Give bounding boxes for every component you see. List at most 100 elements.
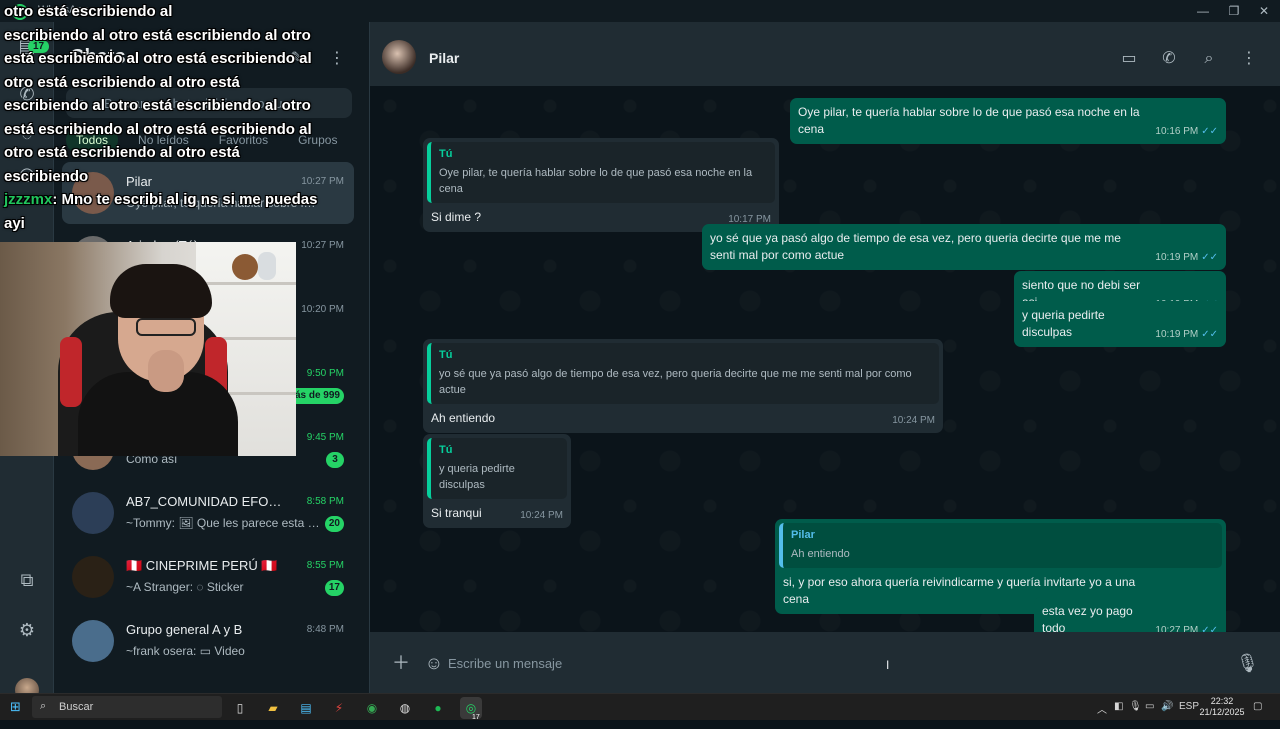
chat-time: 10:27 PM (301, 240, 344, 251)
quoted-reply[interactable]: Tú y queria pedirte disculpas (427, 438, 567, 499)
overlay-line: escribiendo al otro está escribiendo al … (4, 97, 311, 114)
quoted-reply[interactable]: Tú yo sé que ya pasó algo de tiempo de es… (427, 343, 939, 404)
outgoing-message[interactable]: yo sé que ya pasó algo de tiempo de esa … (702, 224, 1226, 270)
plush-toy (232, 254, 258, 280)
quote-author: Tú (439, 349, 453, 361)
message-meta: 10:24 PM (520, 507, 563, 524)
chat-last-message: ~Tommy: 🖼 Que les parece esta c... (126, 516, 322, 530)
minimize-button[interactable]: — (1187, 2, 1219, 20)
video-call-icon[interactable]: ▭ (1118, 48, 1140, 70)
chat-name: Grupo general A y B (126, 622, 243, 637)
obs-icon[interactable]: ◍ (394, 697, 416, 719)
taskbar-clock[interactable]: 22:32 21/12/2025 (1198, 696, 1246, 718)
chat-avatar (72, 620, 114, 662)
chat-last-message: ~frank osera: ▭ Video (126, 644, 245, 658)
overlay-chat-message: : Mno te escribi al ig ns si me puedas a… (4, 191, 318, 232)
chat-time: 8:48 PM (306, 624, 344, 635)
outgoing-message[interactable]: Oye pilar, te quería hablar sobre lo de … (790, 98, 1226, 144)
chat-name: 🇵🇪 CINEPRIME PERÚ 🇵🇪 (126, 558, 278, 573)
menu-icon[interactable]: ⋮ (326, 48, 348, 70)
overlay-chat-user: jzzzmx (4, 191, 53, 208)
network-icon[interactable]: ▭ (1145, 701, 1154, 712)
incoming-message[interactable]: Tú y queria pedirte disculpas Si tranqui 10… (423, 434, 571, 528)
quote-text: Oye pilar, te quería hablar sobre lo de … (439, 167, 753, 195)
chat-list-item[interactable]: Grupo general A y B 8:48 PM ~frank osera: … (62, 610, 354, 672)
message-input[interactable] (448, 650, 1228, 676)
emoji-sticker-icon[interactable]: ☺ (423, 652, 445, 674)
attach-icon[interactable]: ＋ (390, 652, 412, 674)
chair-accent (60, 337, 82, 407)
plush-toy (258, 252, 276, 280)
notepad-icon[interactable]: ▤ (295, 697, 317, 719)
quote-text: Ah entiendo (791, 548, 850, 560)
read-receipt-icon: ✓✓ (1201, 329, 1218, 340)
message-area: Oye pilar, te quería hablar sobre lo de … (370, 86, 1280, 643)
glasses (136, 318, 196, 336)
quote-author: Tú (439, 444, 453, 456)
media-icon[interactable]: ⧉ (15, 568, 39, 592)
windows-taskbar: ⊞ ⌕ Buscar ▯ ▰ ▤ ⚡ ◉ ◍ ● ◎ 17 ︿ ◧ 🎙 ▭ 🔊 E… (0, 693, 1280, 721)
quoted-reply[interactable]: Pilar Ah entiendo (779, 523, 1222, 568)
close-button[interactable]: ✕ (1248, 2, 1280, 20)
task-view-icon[interactable]: ▯ (229, 697, 251, 719)
notifications-icon[interactable]: ▢ (1253, 701, 1262, 712)
shelf-board (196, 282, 296, 285)
chat-list-item[interactable]: AB7_COMUNIDAD EFOOTBALL 8:58 PM ~Tommy: 🖼 … (62, 482, 354, 544)
overlay-line: escribiendo al otro está escribiendo al … (4, 26, 311, 44)
taskbar-search[interactable]: ⌕ Buscar (32, 696, 222, 718)
chat-last-message: ~A Stranger: ◌ Sticker (126, 580, 244, 594)
tray-chevron-icon[interactable]: ︿ (1097, 701, 1107, 716)
overlay-line: está escribiendo al otro está escribiend… (4, 120, 312, 138)
whatsapp-taskbar-badge: 17 (472, 714, 480, 721)
chrome-icon[interactable]: ◉ (361, 697, 383, 719)
contact-avatar[interactable] (382, 40, 416, 74)
outgoing-message[interactable]: y queria pedirte disculpas 10:19 PM ✓✓ (1014, 301, 1226, 347)
incoming-message[interactable]: Tú yo sé que ya pasó algo de tiempo de es… (423, 339, 943, 433)
search-messages-icon[interactable]: ⌕ (1198, 48, 1220, 70)
settings-icon[interactable]: ⚙ (15, 618, 39, 642)
message-time: 10:19 PM (1155, 252, 1199, 263)
overlay-line: otro está escribiendo al (4, 3, 173, 20)
webcam-overlay (0, 242, 296, 456)
message-time: 10:24 PM (520, 510, 563, 521)
microphone-icon[interactable]: 🎙 (1236, 652, 1259, 674)
whatsapp-taskbar-icon[interactable]: ◎ 17 (460, 697, 482, 721)
overlay-line: está escribiendo al otro está escribiend… (4, 50, 312, 67)
quoted-reply[interactable]: Tú Oye pilar, te quería hablar sobre lo d… (427, 142, 775, 203)
streamer-hair (110, 264, 212, 318)
clock-time: 22:32 (1210, 696, 1234, 706)
read-receipt-icon: ✓✓ (1201, 126, 1218, 137)
message-text: Ah entiendo (431, 411, 496, 425)
windows-start-icon[interactable]: ⊞ (10, 700, 24, 714)
stream-text-overlay: otro está escribiendo al escribiendo al … (4, 0, 324, 235)
tray-app-icon[interactable]: ◧ (1114, 701, 1123, 712)
language-indicator[interactable]: ESP (1179, 701, 1199, 712)
spotify-icon[interactable]: ● (427, 697, 449, 719)
chat-time: 9:50 PM (306, 368, 344, 379)
message-meta: 10:16 PM ✓✓ (1155, 123, 1218, 140)
voice-call-icon[interactable]: ✆ (1158, 48, 1180, 70)
app-icon[interactable]: ⚡ (328, 697, 350, 719)
streamer-hand (148, 350, 184, 392)
message-time: 10:19 PM (1155, 329, 1199, 340)
chat-menu-icon[interactable]: ⋮ (1238, 48, 1260, 70)
overlay-chat-line: jzzzmx: Mno te escribi al ig ns si me pu… (4, 188, 324, 235)
file-explorer-icon[interactable]: ▰ (262, 697, 284, 719)
message-time: 10:24 PM (892, 415, 935, 426)
chat-list-item[interactable]: 🇵🇪 CINEPRIME PERÚ 🇵🇪 8:55 PM ~A Stranger: … (62, 546, 354, 608)
quote-author: Pilar (791, 529, 815, 541)
chat-name: AB7_COMUNIDAD EFOOTBALL (126, 494, 286, 509)
quote-text: yo sé que ya pasó algo de tiempo de esa … (439, 368, 912, 396)
unread-badge: 3 (326, 452, 344, 468)
contact-name[interactable]: Pilar (429, 50, 459, 66)
chat-time: 9:45 PM (306, 432, 344, 443)
overlay-line: escribiendo (4, 167, 89, 185)
unread-badge: 17 (324, 580, 344, 596)
incoming-message[interactable]: Tú Oye pilar, te quería hablar sobre lo d… (423, 138, 779, 232)
chat-avatar (72, 492, 114, 534)
microphone-tray-icon[interactable]: 🎙 (1129, 701, 1142, 712)
chat-time: 8:55 PM (306, 560, 344, 571)
message-meta: 10:19 PM✓✓ (1155, 326, 1218, 343)
maximize-button[interactable]: ❐ (1218, 2, 1250, 20)
volume-icon[interactable]: 🔊 (1161, 701, 1173, 712)
